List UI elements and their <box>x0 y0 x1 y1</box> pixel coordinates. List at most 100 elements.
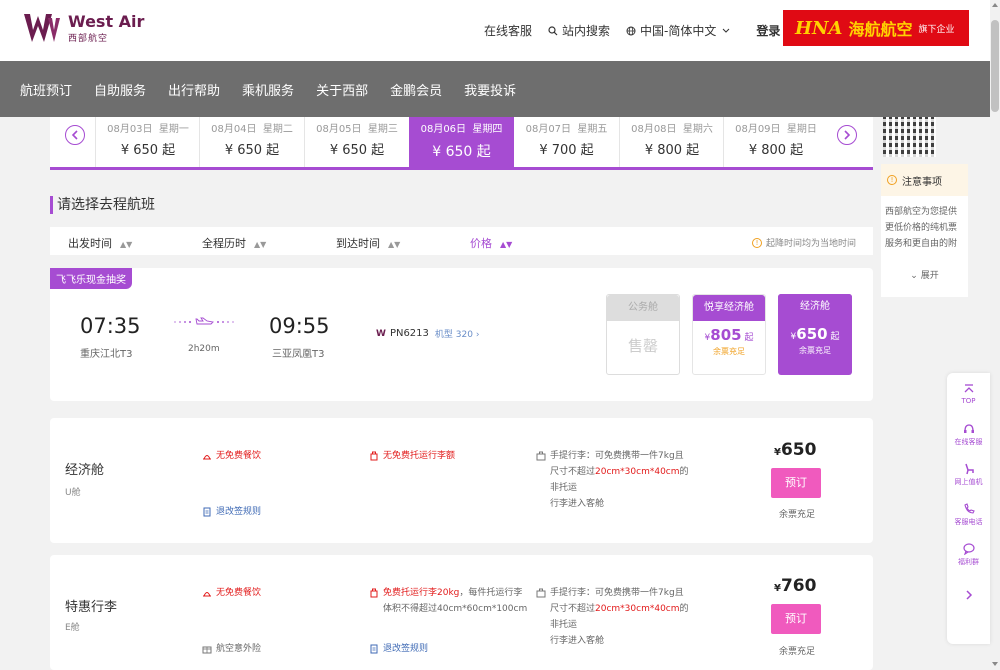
online-service-link[interactable]: 在线客服 <box>484 22 532 39</box>
info-icon: ! <box>752 237 762 248</box>
date-tab[interactable]: 08月09日 星期日 ¥ 800 起 <box>723 117 828 167</box>
date-tab[interactable]: 08月05日 星期三 ¥ 650 起 <box>304 117 409 167</box>
fare-price: ¥760 <box>774 576 817 596</box>
section-title: 请选择去程航班 <box>50 196 155 214</box>
chevron-down-icon: ⌄ <box>910 271 918 281</box>
notice-panel: ! 注意事项 西部航空为您提供更低价格的纯机票服务和更自由的附 ⌄ 展开 <box>881 164 968 297</box>
arrival-time: 09:55 <box>269 314 330 338</box>
back-to-top-button[interactable]: TOP <box>947 383 990 405</box>
west-air-logo-icon <box>24 14 60 42</box>
fare-price: ¥650 <box>774 440 817 460</box>
cabin-price-value: 805 <box>710 326 742 344</box>
scroll-down-arrow[interactable] <box>992 662 998 666</box>
date-price: ¥ 800 起 <box>748 143 804 158</box>
next-dates-button[interactable] <box>837 125 857 145</box>
meal-text: 无免费餐饮 <box>216 451 262 461</box>
flight-duration: 2h20m <box>188 344 220 354</box>
online-checkin-button[interactable]: 网上值机 <box>947 463 990 487</box>
cabin-name: 悦享经济舱 <box>693 295 765 321</box>
prev-dates-button[interactable] <box>65 125 85 145</box>
sort-arrival-time[interactable]: 到达时间 ▲▼ <box>336 235 400 251</box>
scroll-up-arrow[interactable] <box>992 3 998 7</box>
aircraft-type-link[interactable]: 机型 320 › <box>435 327 480 340</box>
online-service-button[interactable]: 在线客服 <box>947 423 990 447</box>
sort-label: 出发时间 <box>68 237 112 250</box>
welfare-group-button[interactable]: 福利群 <box>947 543 990 567</box>
carry-on-size-prefix: 尺寸不超过 <box>550 604 596 614</box>
fare-class: U舱 <box>65 488 81 498</box>
sort-departure-time[interactable]: 出发时间 ▲▼ <box>68 235 132 251</box>
meal-icon <box>203 455 211 460</box>
date-tab-selected[interactable]: 08月06日 星期四 ¥ 650 起 <box>409 117 514 167</box>
arrow-up-icon <box>964 384 973 393</box>
date-price: ¥ 650 起 <box>224 143 280 158</box>
weekday-label: 星期三 <box>367 124 398 135</box>
notice-expand-button[interactable]: ⌄ 展开 <box>881 268 968 281</box>
meal-perk: 无免费餐饮 <box>202 448 261 464</box>
date-label: 08月04日 <box>211 124 257 135</box>
hna-banner[interactable]: HNA 海航航空 旗下企业 <box>783 10 969 46</box>
fare-card: 特惠行李 E舱 无免费餐饮 免费托运行李20kg，每件托运行李 体积不得超过40c… <box>50 555 873 670</box>
west-air-logo[interactable]: West Air 西部航空 <box>22 10 144 46</box>
collapse-toolbar-button[interactable] <box>947 589 990 603</box>
insurance-perk: 航空意外险 <box>202 641 261 657</box>
main-nav: 航班预订 自助服务 出行帮助 乘机服务 关于西部 金鹏会员 我要投诉 <box>0 61 990 117</box>
price-suffix: 起 <box>744 333 754 343</box>
nav-membership[interactable]: 金鹏会员 <box>390 80 442 99</box>
date-tab[interactable]: 08月03日 星期一 ¥ 650 起 <box>95 117 200 167</box>
date-tab[interactable]: 08月08日 星期六 ¥ 800 起 <box>619 117 724 167</box>
nav-boarding-service[interactable]: 乘机服务 <box>242 80 294 99</box>
luggage-icon <box>370 588 378 598</box>
carry-on-prefix: 手提行李：可免费携带一件7kg且 <box>550 451 684 461</box>
floating-toolbar: TOP 在线客服 网上值机 客服电话 福利群 <box>947 373 990 644</box>
fare-price-value: 650 <box>780 440 817 460</box>
baggage-size-limit: 体积不得超过40cm*60cm*100cm <box>383 604 528 614</box>
chevron-right-icon: › <box>475 330 480 340</box>
language-selector[interactable]: 中国-简体中文 <box>626 22 734 39</box>
page-scrollbar[interactable] <box>990 0 1000 670</box>
logo-text-cn: 西部航空 <box>68 33 109 44</box>
fare-price-value: 760 <box>780 576 817 596</box>
refund-rules-link[interactable]: 退改签规则 <box>202 504 261 520</box>
weekday-label: 星期一 <box>158 124 189 135</box>
book-button[interactable]: 预订 <box>771 604 821 634</box>
nav-complaint[interactable]: 我要投诉 <box>464 80 516 99</box>
chevron-right-icon <box>965 590 972 600</box>
hna-logo-text: HNA <box>795 17 843 39</box>
phone-icon <box>963 503 975 514</box>
book-button[interactable]: 预订 <box>771 468 821 498</box>
site-search-link[interactable]: 站内搜索 <box>548 22 610 39</box>
nav-travel-help[interactable]: 出行帮助 <box>168 80 220 99</box>
luggage-icon <box>370 451 378 461</box>
nav-self-service[interactable]: 自助服务 <box>94 80 146 99</box>
login-link[interactable]: 登录 <box>756 22 780 39</box>
hotline-button[interactable]: 客服电话 <box>947 503 990 527</box>
cabin-name: 经济舱 <box>778 294 852 320</box>
sort-price[interactable]: 价格 ▲▼ <box>470 235 512 251</box>
carry-on-suffix: 行李进入客舱 <box>550 636 605 646</box>
sort-label: 全程历时 <box>202 237 246 250</box>
cabin-yuexiang-economy[interactable]: 悦享经济舱 ¥805 起 余票充足 <box>692 294 766 375</box>
weekday-label: 星期四 <box>472 124 503 135</box>
chevron-left-icon <box>71 130 78 140</box>
refund-rules-link[interactable]: 退改签规则 <box>369 641 428 657</box>
date-tab[interactable]: 08月04日 星期二 ¥ 650 起 <box>199 117 304 167</box>
notice-expand-label: 展开 <box>920 271 939 281</box>
headset-icon <box>963 424 974 433</box>
cabin-name: 公务舱 <box>607 295 679 321</box>
nav-about[interactable]: 关于西部 <box>316 80 368 99</box>
hna-subtitle: 旗下企业 <box>918 24 955 35</box>
nav-flight-booking[interactable]: 航班预订 <box>20 80 72 99</box>
cabin-business: 公务舱 售罄 <box>606 294 680 375</box>
top-links: 在线客服 站内搜索 中国-简体中文 登录 注册 <box>484 22 812 39</box>
carry-on-suffix: 行李进入客舱 <box>550 499 605 509</box>
sold-out-label: 售罄 <box>627 337 658 355</box>
sort-duration[interactable]: 全程历时 ▲▼ <box>202 235 266 251</box>
cabin-economy[interactable]: 经济舱 ¥650 起 余票充足 <box>778 294 852 375</box>
chevron-right-icon <box>844 130 851 140</box>
scroll-thumb[interactable] <box>991 20 999 112</box>
date-price: ¥ 800 起 <box>644 143 700 158</box>
promo-tag[interactable]: 飞飞乐现金抽奖 <box>50 268 132 289</box>
date-tab[interactable]: 08月07日 星期五 ¥ 700 起 <box>514 117 619 167</box>
weekday-label: 星期日 <box>786 124 817 135</box>
